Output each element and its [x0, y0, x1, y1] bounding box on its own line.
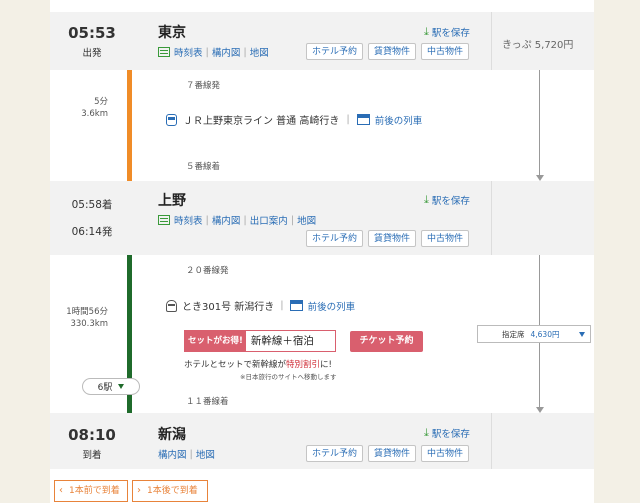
ueno-departure-time: 06:14発: [71, 226, 113, 238]
fare-divider: [491, 413, 492, 469]
download-icon: ⤓: [424, 193, 429, 206]
save-station-tokyo[interactable]: ⤓ 駅を保存: [424, 25, 470, 39]
exit-guide-link[interactable]: 出口案内: [250, 213, 288, 227]
route-result-card: 05:53 出発 東京 時刻表 | 構内図 | 地図 ⤓ 駅を保存 ホテル予約 賃貸…: [50, 0, 594, 503]
leg2-distance: 330.3km: [70, 319, 108, 329]
map-link[interactable]: 地図: [196, 447, 215, 461]
fare-section-line: [539, 343, 540, 407]
leg2-train-name[interactable]: とき301号 新潟行き: [182, 298, 274, 313]
station-links-niigata: 構内図 | 地図: [158, 447, 215, 462]
rental-property-button[interactable]: 賃貸物件: [368, 445, 417, 462]
seat-class-price: 4,630円: [530, 329, 560, 339]
chevron-left-icon: ‹: [59, 485, 63, 496]
timetable-link[interactable]: 時刻表: [174, 213, 203, 227]
leg2-arrival-platform: １１番線着: [186, 397, 229, 407]
station-links-tokyo: 時刻表 | 構内図 | 地図: [158, 45, 269, 59]
leg1-duration: 5分: [94, 97, 108, 107]
leg1-train: ＪＲ上野東京ライン 普通 高崎行き | 前後の列車: [166, 112, 422, 127]
promo-description: ホテルとセットで新幹線が特別割引に!: [184, 360, 332, 370]
used-property-button[interactable]: 中古物件: [421, 43, 470, 60]
save-station-niigata[interactable]: ⤓ 駅を保存: [424, 426, 470, 440]
service-buttons-ueno: ホテル予約 賃貸物件 中古物件: [306, 230, 470, 247]
leg1-distance: 3.6km: [81, 109, 108, 119]
hotel-booking-button[interactable]: ホテル予約: [306, 43, 364, 60]
hotel-booking-button[interactable]: ホテル予約: [306, 230, 364, 247]
fare-section-line: [539, 255, 540, 325]
fare-divider: [491, 12, 492, 70]
leg2-adjacent-trains-link[interactable]: 前後の列車: [308, 299, 356, 313]
download-icon: ⤓: [424, 426, 429, 439]
service-buttons-niigata: ホテル予約 賃貸物件 中古物件: [306, 445, 470, 462]
stops-toggle[interactable]: 6駅: [82, 378, 140, 395]
calendar-icon: [356, 114, 370, 125]
ticket-booking-button[interactable]: チケット予約: [350, 331, 423, 352]
timetable-icon: [158, 215, 170, 225]
leg1-arrival-platform: ５番線着: [186, 162, 221, 172]
ueno-arrival-time: 05:58着: [71, 199, 113, 211]
hotel-booking-button[interactable]: ホテル予約: [306, 445, 364, 462]
arrival-time: 08:10: [68, 426, 116, 444]
fare-amount: きっぷ 5,720円: [502, 40, 574, 51]
leg1-line-bar: [127, 70, 132, 181]
station-links-ueno: 時刻表 | 構内図 | 出口案内 | 地図: [158, 213, 316, 227]
special-discount-text: 特別割引: [286, 360, 321, 370]
station-name-ueno[interactable]: 上野: [158, 190, 186, 210]
fare-section-line: [539, 70, 540, 175]
arrival-label: 到着: [82, 450, 102, 461]
train-icon: [166, 113, 177, 126]
leg1-train-name[interactable]: ＪＲ上野東京ライン 普通 高崎行き: [183, 112, 339, 127]
calendar-icon: [289, 300, 303, 311]
fare-divider: [491, 181, 492, 255]
leg1-departure-platform: ７番線発: [186, 81, 221, 91]
timetable-link[interactable]: 時刻表: [174, 45, 203, 59]
used-property-button[interactable]: 中古物件: [421, 445, 470, 462]
leg2-duration: 1時間56分: [66, 307, 108, 317]
seat-class-label: 指定席: [502, 329, 525, 339]
leg2-departure-platform: ２０番線発: [186, 266, 229, 276]
used-property-button[interactable]: 中古物件: [421, 230, 470, 247]
map-link[interactable]: 地図: [297, 213, 316, 227]
map-link[interactable]: 地図: [250, 45, 269, 59]
chevron-right-icon: ›: [137, 485, 141, 496]
station-map-link[interactable]: 構内図: [212, 213, 241, 227]
later-train-button[interactable]: › 1本後で到着: [132, 480, 208, 502]
save-station-ueno[interactable]: ⤓ 駅を保存: [424, 193, 470, 207]
station-name-tokyo[interactable]: 東京: [158, 22, 186, 42]
leg2-train: とき301号 新潟行き | 前後の列車: [166, 298, 355, 313]
service-buttons-tokyo: ホテル予約 賃貸物件 中古物件: [306, 43, 470, 60]
station-name-niigata[interactable]: 新潟: [158, 424, 186, 444]
download-icon: ⤓: [424, 25, 429, 38]
departure-label: 出発: [82, 48, 102, 59]
promo-title: 新幹線＋宿泊: [250, 335, 314, 347]
rental-property-button[interactable]: 賃貸物件: [368, 43, 417, 60]
rental-property-button[interactable]: 賃貸物件: [368, 230, 417, 247]
timetable-icon: [158, 47, 170, 57]
promo-note: ※日本旅行のサイトへ移動します: [240, 373, 337, 381]
stops-count: 6駅: [97, 383, 113, 393]
station-map-link[interactable]: 構内図: [158, 447, 187, 461]
departure-time: 05:53: [68, 24, 116, 42]
triangle-down-icon: [579, 332, 585, 337]
seat-class-select[interactable]: 指定席 4,630円: [477, 325, 591, 343]
promo-badge: セットがお得!: [185, 331, 246, 351]
earlier-train-button[interactable]: ‹ 1本前で到着: [54, 480, 128, 502]
station-map-link[interactable]: 構内図: [212, 45, 241, 59]
package-promo-button[interactable]: セットがお得! 新幹線＋宿泊: [184, 330, 336, 352]
leg1-adjacent-trains-link[interactable]: 前後の列車: [375, 113, 423, 127]
triangle-down-icon: [118, 384, 125, 389]
shinkansen-icon: [166, 299, 177, 312]
